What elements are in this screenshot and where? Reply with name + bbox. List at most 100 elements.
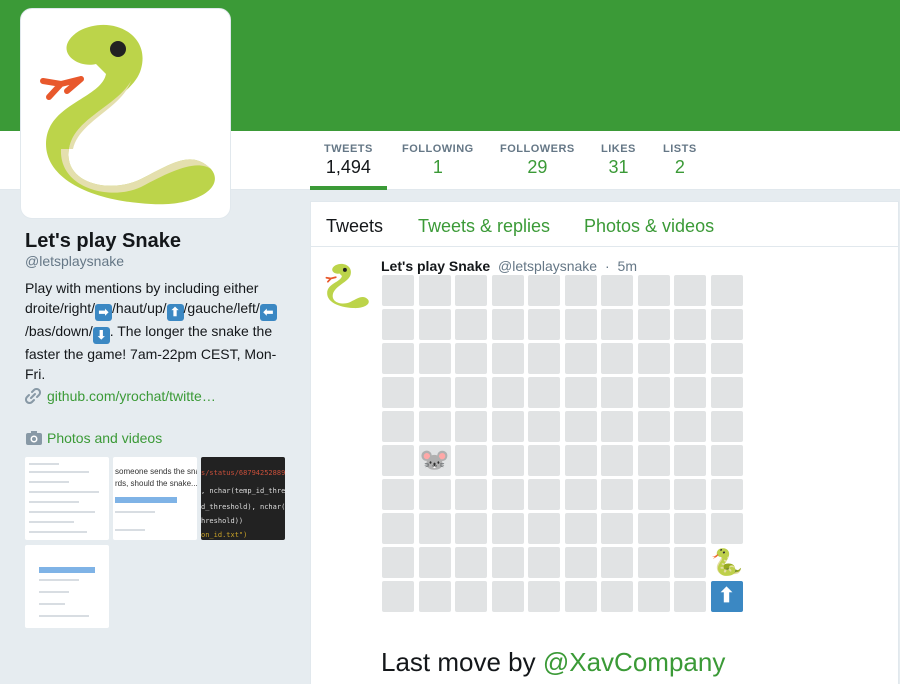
tweet-author-name[interactable]: Let's play Snake (381, 258, 490, 274)
grid-cell (455, 309, 487, 340)
grid-cell (491, 581, 524, 612)
camera-icon (26, 431, 42, 445)
grid-cell (528, 343, 560, 374)
stat-value: 31 (608, 157, 629, 177)
grid-cell (382, 377, 414, 408)
grid-cell (564, 445, 597, 476)
grid-cell (674, 445, 706, 476)
grid-cell (601, 343, 633, 374)
profile-handle[interactable]: @letsplaysnake (25, 253, 124, 269)
thumbnail-text: on_id.txt") (201, 531, 248, 539)
grid-cell (710, 445, 743, 476)
grid-cell (455, 275, 487, 306)
profile-link[interactable]: github.com/yrochat/twitte… (24, 387, 216, 405)
media-thumbnail[interactable]: someone sends the snak rds, should the s… (113, 457, 197, 540)
bio-text: /gauche/left/ (183, 300, 260, 316)
stat-lists[interactable]: LISTS 2 (663, 143, 697, 178)
grid-cell (637, 377, 670, 408)
timeline-tabs: Tweets Tweets & replies Photos & videos (311, 202, 898, 247)
grid-cell (564, 581, 597, 612)
grid-cell (710, 479, 743, 510)
tweet-author-handle[interactable]: @letsplaysnake (498, 258, 597, 274)
grid-cell (601, 377, 633, 408)
grid-cell (491, 275, 524, 306)
grid-cell (528, 411, 560, 442)
grid-cell (637, 309, 670, 340)
profile-name[interactable]: Let's play Snake (25, 230, 181, 253)
grid-cell-move: ⬆ (710, 581, 743, 612)
grid-cell (455, 581, 487, 612)
stat-likes[interactable]: LIKES 31 (601, 143, 636, 178)
profile-bio: Play with mentions by including either d… (25, 278, 287, 384)
grid-cell (418, 309, 451, 340)
tab-tweets[interactable]: Tweets (326, 216, 383, 237)
stat-value: 29 (527, 157, 548, 177)
grid-cell (601, 411, 633, 442)
grid-cell (674, 377, 706, 408)
media-thumbnail[interactable]: s/status/687942528897 , nchar(temp_id_th… (201, 457, 285, 540)
grid-cell (710, 411, 743, 442)
last-move-text: Last move by @XavCompany (381, 647, 725, 678)
grid-cell (564, 411, 597, 442)
grid-cell (418, 581, 451, 612)
stat-tweets[interactable]: TWEETS 1,494 (324, 143, 373, 178)
grid-cell (491, 309, 524, 340)
grid-cell (601, 309, 633, 340)
stat-label: TWEETS (324, 143, 373, 155)
grid-cell (601, 513, 633, 544)
grid-cell (601, 479, 633, 510)
grid-cell (528, 309, 560, 340)
grid-cell (455, 513, 487, 544)
grid-cell (564, 309, 597, 340)
grid-cell (674, 581, 706, 612)
arrow-up-icon: ⬆ (718, 585, 735, 607)
thumbnail-text: d_threshold), nchar(temp (201, 503, 285, 511)
tab-tweets-and-replies[interactable]: Tweets & replies (418, 216, 550, 237)
profile-avatar[interactable] (20, 8, 231, 219)
media-thumbnail[interactable] (25, 457, 109, 540)
tweet-avatar[interactable] (321, 260, 373, 312)
grid-cell (637, 479, 670, 510)
grid-cell (528, 581, 560, 612)
grid-cell (637, 411, 670, 442)
grid-cell (637, 581, 670, 612)
last-move-user-mention[interactable]: @XavCompany (543, 647, 725, 677)
grid-cell (710, 343, 743, 374)
snake-icon (325, 263, 369, 309)
grid-cell (455, 411, 487, 442)
grid-cell (674, 275, 706, 306)
stat-label: LISTS (663, 143, 697, 155)
grid-cell (491, 547, 524, 578)
grid-cell (674, 513, 706, 544)
grid-cell (455, 547, 487, 578)
grid-cell (491, 343, 524, 374)
grid-cell (418, 377, 451, 408)
grid-cell (382, 275, 414, 306)
grid-cell (601, 581, 633, 612)
grid-cell (418, 411, 451, 442)
grid-cell-snake: 🐍 (710, 547, 743, 578)
media-thumbnail[interactable] (25, 545, 109, 628)
stat-following[interactable]: FOLLOWING 1 (402, 143, 474, 178)
grid-cell (455, 343, 487, 374)
grid-cell (528, 275, 560, 306)
thumbnail-text: rds, should the snake... (115, 479, 197, 488)
tweet-timestamp[interactable]: 5m (618, 258, 637, 274)
arrow-down-icon: ⬇ (92, 327, 110, 344)
photos-and-videos-link[interactable]: Photos and videos (25, 430, 162, 446)
grid-cell (564, 343, 597, 374)
thumbnail-text: s/status/687942528897 (201, 469, 285, 477)
grid-cell (491, 479, 524, 510)
last-move-prefix: Last move by (381, 647, 543, 677)
tab-photos-and-videos[interactable]: Photos & videos (584, 216, 714, 237)
grid-cell (637, 547, 670, 578)
grid-cell (382, 309, 414, 340)
stat-value: 1,494 (325, 157, 371, 177)
arrow-right-icon: ➡ (95, 304, 113, 321)
profile-link-text: github.com/yrochat/twitte… (47, 388, 216, 404)
grid-cell (710, 309, 743, 340)
photos-label: Photos and videos (47, 430, 163, 446)
grid-cell (528, 547, 560, 578)
bio-text: /haut/up/ (112, 300, 167, 316)
stat-followers[interactable]: FOLLOWERS 29 (500, 143, 575, 178)
